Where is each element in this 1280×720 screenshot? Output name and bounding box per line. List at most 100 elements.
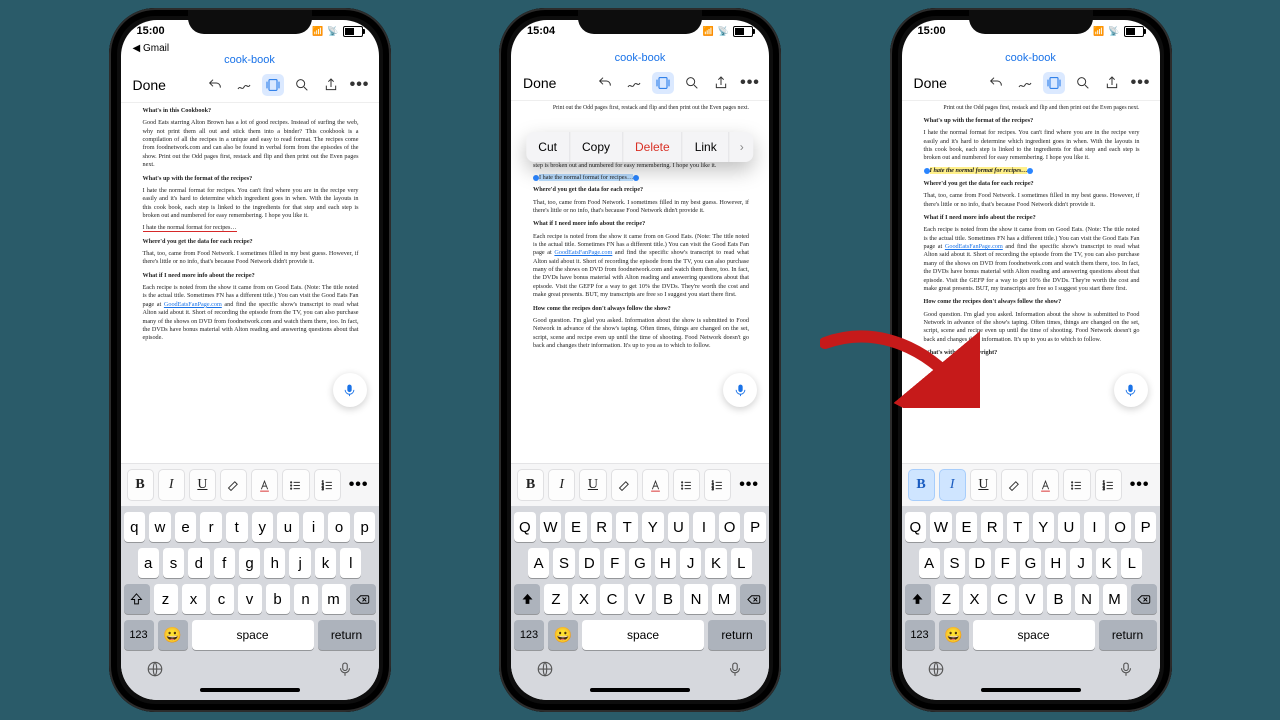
key-g[interactable]: G [1020, 548, 1041, 578]
document-body[interactable]: Print out the Odd pages first, restack a… [902, 101, 1160, 463]
key-p[interactable]: P [1135, 512, 1157, 542]
key-m[interactable]: M [1103, 584, 1127, 614]
dictation-icon[interactable] [336, 660, 354, 683]
ctx-cut[interactable]: Cut [526, 132, 570, 162]
key-o[interactable]: o [328, 512, 350, 542]
key-t[interactable]: T [1007, 512, 1029, 542]
key-k[interactable]: K [705, 548, 726, 578]
space-key[interactable]: space [973, 620, 1095, 650]
key-y[interactable]: Y [642, 512, 664, 542]
more-icon[interactable]: ••• [1130, 72, 1152, 94]
italic-button[interactable]: I [548, 469, 575, 501]
dictation-icon[interactable] [1117, 660, 1135, 683]
key-x[interactable]: X [963, 584, 987, 614]
return-key[interactable]: return [1099, 620, 1157, 650]
space-key[interactable]: space [192, 620, 314, 650]
numbers-key[interactable]: 123 [514, 620, 544, 650]
key-k[interactable]: k [315, 548, 336, 578]
key-c[interactable]: C [600, 584, 624, 614]
text-color-button[interactable] [251, 469, 278, 501]
globe-icon[interactable] [927, 660, 945, 683]
key-r[interactable]: R [591, 512, 613, 542]
key-z[interactable]: z [154, 584, 178, 614]
key-n[interactable]: N [1075, 584, 1099, 614]
key-z[interactable]: Z [935, 584, 959, 614]
text-color-button[interactable] [1032, 469, 1059, 501]
highlighted-text[interactable]: I hate the normal format for recipes… [930, 167, 1028, 174]
key-w[interactable]: W [930, 512, 952, 542]
key-j[interactable]: J [1070, 548, 1091, 578]
numbered-list-button[interactable]: 123 [1095, 469, 1122, 501]
key-g[interactable]: g [239, 548, 260, 578]
search-icon[interactable] [291, 74, 313, 96]
key-o[interactable]: O [1109, 512, 1131, 542]
link-gefp[interactable]: GoodEatsFanPage.com [164, 301, 222, 308]
format-more-button[interactable]: ••• [1126, 476, 1154, 494]
key-v[interactable]: V [1019, 584, 1043, 614]
highlight-button[interactable] [220, 469, 247, 501]
key-u[interactable]: U [1058, 512, 1080, 542]
home-indicator[interactable] [981, 688, 1081, 692]
key-n[interactable]: N [684, 584, 708, 614]
link-gefp[interactable]: GoodEatsFanPage.com [945, 243, 1003, 250]
key-r[interactable]: r [200, 512, 222, 542]
format-more-button[interactable]: ••• [345, 476, 373, 494]
search-icon[interactable] [1072, 72, 1094, 94]
key-v[interactable]: V [628, 584, 652, 614]
bold-button[interactable]: B [517, 469, 544, 501]
underline-button[interactable]: U [189, 469, 216, 501]
done-button[interactable]: Done [129, 75, 170, 95]
text-selection[interactable]: I hate the normal format for recipes… [539, 174, 633, 181]
back-to-app[interactable]: ◀ Gmail [121, 42, 379, 54]
key-c[interactable]: C [991, 584, 1015, 614]
voice-input-button[interactable] [1114, 373, 1148, 407]
key-d[interactable]: d [188, 548, 209, 578]
numbers-key[interactable]: 123 [905, 620, 935, 650]
globe-icon[interactable] [536, 660, 554, 683]
key-t[interactable]: T [616, 512, 638, 542]
key-z[interactable]: Z [544, 584, 568, 614]
home-indicator[interactable] [200, 688, 300, 692]
key-x[interactable]: X [572, 584, 596, 614]
key-h[interactable]: H [1045, 548, 1066, 578]
key-m[interactable]: M [712, 584, 736, 614]
text-color-button[interactable] [642, 469, 669, 501]
key-x[interactable]: x [182, 584, 206, 614]
format-more-button[interactable]: ••• [735, 476, 763, 494]
key-b[interactable]: B [1047, 584, 1071, 614]
share-icon[interactable] [1101, 72, 1123, 94]
draw-icon[interactable] [623, 72, 645, 94]
key-h[interactable]: H [655, 548, 676, 578]
search-icon[interactable] [681, 72, 703, 94]
key-l[interactable]: L [731, 548, 752, 578]
shift-key[interactable] [514, 584, 540, 614]
undo-icon[interactable] [594, 72, 616, 94]
key-v[interactable]: v [238, 584, 262, 614]
highlight-button[interactable] [611, 469, 638, 501]
key-b[interactable]: B [656, 584, 680, 614]
key-t[interactable]: t [226, 512, 248, 542]
backspace-key[interactable] [350, 584, 376, 614]
emoji-key[interactable]: 😀 [548, 620, 578, 650]
key-q[interactable]: Q [905, 512, 927, 542]
key-u[interactable]: u [277, 512, 299, 542]
highlight-button[interactable] [1001, 469, 1028, 501]
key-a[interactable]: a [138, 548, 159, 578]
key-m[interactable]: m [322, 584, 346, 614]
key-u[interactable]: U [668, 512, 690, 542]
share-icon[interactable] [710, 72, 732, 94]
document-body[interactable]: What's in this Cookbook? Good Eats starr… [121, 103, 379, 463]
return-key[interactable]: return [318, 620, 376, 650]
layout-icon[interactable] [1043, 72, 1065, 94]
key-b[interactable]: b [266, 584, 290, 614]
voice-input-button[interactable] [333, 373, 367, 407]
undo-icon[interactable] [204, 74, 226, 96]
ctx-delete[interactable]: Delete [623, 132, 683, 162]
backspace-key[interactable] [740, 584, 766, 614]
done-button[interactable]: Done [519, 73, 560, 93]
ctx-link[interactable]: Link [683, 132, 730, 162]
key-s[interactable]: s [163, 548, 184, 578]
key-c[interactable]: c [210, 584, 234, 614]
share-icon[interactable] [320, 74, 342, 96]
key-w[interactable]: w [149, 512, 171, 542]
